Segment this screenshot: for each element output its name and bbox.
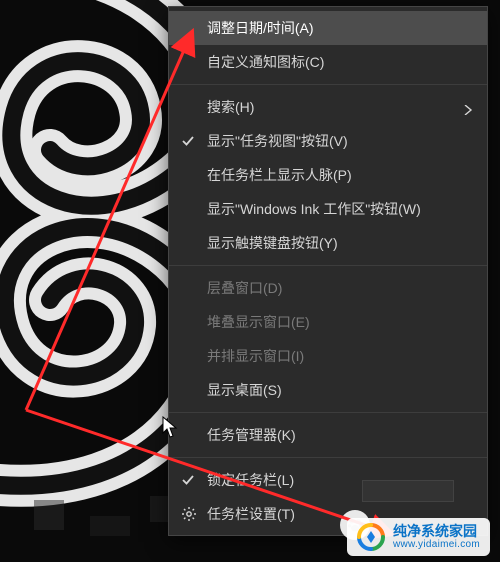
- logo-icon: [357, 523, 385, 551]
- menu-item-label: 显示"任务视图"按钮(V): [207, 131, 348, 151]
- menu-item-task-manager[interactable]: 任务管理器(K): [169, 418, 487, 452]
- menu-item-label: 显示触摸键盘按钮(Y): [207, 233, 338, 253]
- menu-item-label: 堆叠显示窗口(E): [207, 312, 310, 332]
- menu-item-label: 自定义通知图标(C): [207, 52, 324, 72]
- menu-item-show-ink-workspace[interactable]: 显示"Windows Ink 工作区"按钮(W): [169, 192, 487, 226]
- logo-url: www.yidaimei.com: [393, 539, 480, 551]
- menu-item-show-people[interactable]: 在任务栏上显示人脉(P): [169, 158, 487, 192]
- menu-item-label: 显示"Windows Ink 工作区"按钮(W): [207, 199, 421, 219]
- menu-item-show-task-view-button[interactable]: 显示"任务视图"按钮(V): [169, 124, 487, 158]
- taskbar-preview-box: [362, 480, 454, 502]
- menu-item-label: 任务栏设置(T): [207, 504, 295, 524]
- menu-item-show-touch-keyboard[interactable]: 显示触摸键盘按钮(Y): [169, 226, 487, 260]
- taskbar-context-menu: 调整日期/时间(A) 自定义通知图标(C) 搜索(H) 显示"任务视图"按钮(V…: [168, 6, 488, 536]
- menu-item-adjust-date-time[interactable]: 调整日期/时间(A): [169, 11, 487, 45]
- pixel-block: [90, 516, 130, 536]
- pixel-block: [34, 500, 64, 530]
- logo-text: 纯净系统家园 www.yidaimei.com: [393, 523, 480, 551]
- menu-item-label: 搜索(H): [207, 97, 254, 117]
- mouse-cursor-icon: [162, 416, 178, 438]
- menu-separator: [169, 265, 487, 266]
- menu-item-label: 调整日期/时间(A): [207, 18, 314, 38]
- menu-separator: [169, 84, 487, 85]
- menu-item-label: 并排显示窗口(I): [207, 346, 304, 366]
- menu-separator: [169, 412, 487, 413]
- menu-separator: [169, 457, 487, 458]
- menu-item-label: 显示桌面(S): [207, 380, 282, 400]
- menu-item-label: 层叠窗口(D): [207, 278, 282, 298]
- menu-item-side-by-side-windows: 并排显示窗口(I): [169, 339, 487, 373]
- check-icon: [181, 473, 195, 487]
- menu-item-label: 在任务栏上显示人脉(P): [207, 165, 352, 185]
- logo-title: 纯净系统家园: [393, 523, 480, 539]
- menu-item-cascade-windows: 层叠窗口(D): [169, 271, 487, 305]
- watermark-logo: 纯净系统家园 www.yidaimei.com: [347, 518, 490, 556]
- menu-item-show-desktop[interactable]: 显示桌面(S): [169, 373, 487, 407]
- menu-item-label: 任务管理器(K): [207, 425, 296, 445]
- menu-item-stack-windows: 堆叠显示窗口(E): [169, 305, 487, 339]
- check-icon: [181, 134, 195, 148]
- menu-item-search[interactable]: 搜索(H): [169, 90, 487, 124]
- menu-item-label: 锁定任务栏(L): [207, 470, 294, 490]
- submenu-arrow-icon: [463, 102, 473, 112]
- menu-item-customize-notification-icons[interactable]: 自定义通知图标(C): [169, 45, 487, 79]
- gear-icon: [181, 506, 197, 522]
